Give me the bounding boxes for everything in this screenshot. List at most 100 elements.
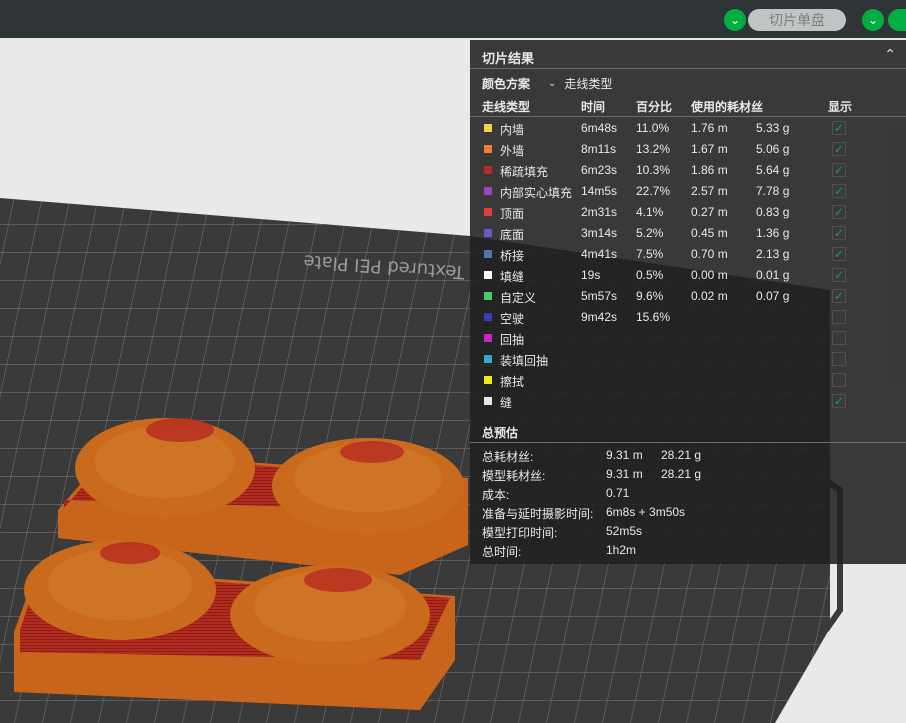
color-swatch [484,292,492,300]
feature-percent: 15.6% [636,310,671,324]
feature-row: 稀疏填充 6m23s 10.3% 1.86 m 5.64 g ✓ [470,160,906,181]
feature-length: 0.27 m [691,205,728,219]
color-scheme-dropdown[interactable]: ⌄ 走线类型 [542,73,740,93]
color-swatch [484,187,492,195]
feature-row: 自定义 5m57s 9.6% 0.02 m 0.07 g ✓ [470,286,906,307]
feature-weight: 0.01 g [756,268,790,282]
column-header-type: 走线类型 [482,100,531,114]
feature-percent: 13.2% [636,142,671,156]
feature-percent: 4.1% [636,205,664,219]
feature-row: 底面 3m14s 5.2% 0.45 m 1.36 g ✓ [470,223,906,244]
feature-name: 内部实心填充 [500,186,573,200]
chevron-down-icon: ⌄ [548,77,557,89]
feature-length: 0.00 m [691,268,728,282]
display-checkbox[interactable]: ✓ [832,142,846,156]
feature-time: 2m31s [581,205,618,219]
column-header-filament: 使用的耗材丝 [691,100,764,114]
feature-row: 桥接 4m41s 7.5% 0.70 m 2.13 g ✓ [470,244,906,265]
feature-length: 0.45 m [691,226,728,240]
color-swatch [484,271,492,279]
feature-row: 空驶 9m42s 15.6% ✓ [470,307,906,328]
feature-percent: 7.5% [636,247,664,261]
chevron-down-icon-2[interactable]: ⌄ [862,9,884,31]
feature-name: 空驶 [500,312,525,326]
feature-length: 0.70 m [691,247,728,261]
color-swatch [484,397,492,405]
panel-title: 切片结果 [482,51,535,66]
display-checkbox[interactable]: ✓ [832,352,846,366]
feature-name: 自定义 [500,291,537,305]
color-scheme-value: 走线类型 [564,76,613,91]
feature-time: 9m42s [581,310,618,324]
feature-row: 擦拭 ✓ [470,370,906,391]
feature-row: 缝 ✓ [470,391,906,412]
display-checkbox[interactable]: ✓ [832,247,846,261]
feature-name: 装填回抽 [500,354,549,368]
summary-value: 9.31 m [606,467,643,481]
summary-label: 成本: [482,488,510,502]
feature-length: 1.86 m [691,163,728,177]
feature-weight: 1.36 g [756,226,790,240]
summary-row: 模型耗材丝: 9.31 m 28.21 g [470,465,906,484]
display-checkbox[interactable]: ✓ [832,268,846,282]
feature-weight: 5.06 g [756,142,790,156]
display-checkbox[interactable]: ✓ [832,184,846,198]
color-swatch [484,376,492,384]
feature-percent: 0.5% [636,268,664,282]
feature-time: 3m14s [581,226,618,240]
divider [470,116,906,117]
print-button-partial[interactable] [888,9,906,31]
slice-result-panel: 切片结果 ⌃ 颜色方案 ⌄ 走线类型 走线类型 时间 百分比 使用的耗材丝 显示… [470,40,906,564]
display-checkbox[interactable]: ✓ [832,394,846,408]
summary-label: 模型耗材丝: [482,469,546,483]
summary-value: 6m8s + 3m50s [606,505,686,519]
summary-value: 0.71 [606,486,630,500]
chevron-down-icon[interactable]: ⌄ [724,9,746,31]
feature-percent: 11.0% [636,121,670,135]
display-checkbox[interactable]: ✓ [832,205,846,219]
feature-row: 外墙 8m11s 13.2% 1.67 m 5.06 g ✓ [470,139,906,160]
feature-length: 0.02 m [691,289,728,303]
feature-name: 内墙 [500,123,525,137]
feature-name: 稀疏填充 [500,165,549,179]
feature-time: 14m5s [581,184,618,198]
feature-percent: 9.6% [636,289,664,303]
summary-row: 成本: 0.71 [470,484,906,503]
display-checkbox[interactable]: ✓ [832,289,846,303]
column-header-display: 显示 [828,100,853,114]
color-swatch [484,250,492,258]
display-checkbox[interactable]: ✓ [832,331,846,345]
feature-weight: 5.64 g [756,163,790,177]
feature-percent: 22.7% [636,184,671,198]
feature-length: 2.57 m [691,184,728,198]
display-checkbox[interactable]: ✓ [832,310,846,324]
summary-row: 准备与延时摄影时间: 6m8s + 3m50s [470,503,906,522]
feature-row: 内墙 6m48s 11.0% 1.76 m 5.33 g ✓ [470,118,906,139]
feature-time: 8m11s [581,142,617,156]
display-checkbox[interactable]: ✓ [832,163,846,177]
display-checkbox[interactable]: ✓ [832,373,846,387]
feature-name: 底面 [500,228,525,242]
summary-value-2: 28.21 g [661,467,702,481]
color-swatch [484,334,492,342]
summary-value-2: 28.21 g [661,448,702,462]
color-swatch [484,355,492,363]
feature-time: 6m23s [581,163,618,177]
summary-row: 总时间: 1h2m [470,541,906,560]
collapse-icon[interactable]: ⌃ [884,46,896,63]
feature-row: 顶面 2m31s 4.1% 0.27 m 0.83 g ✓ [470,202,906,223]
summary-label: 总时间: [482,545,522,559]
slice-plate-button[interactable]: 切片单盘 [748,9,846,31]
feature-time: 4m41s [581,247,618,261]
feature-name: 填缝 [500,270,525,284]
feature-weight: 2.13 g [756,247,790,261]
feature-percent: 5.2% [636,226,664,240]
display-checkbox[interactable]: ✓ [832,121,846,135]
summary-label: 总耗材丝: [482,450,534,464]
color-swatch [484,208,492,216]
display-checkbox[interactable]: ✓ [832,226,846,240]
feature-name: 外墙 [500,144,525,158]
feature-name: 桥接 [500,249,525,263]
feature-time: 5m57s [581,289,618,303]
divider [470,442,906,443]
